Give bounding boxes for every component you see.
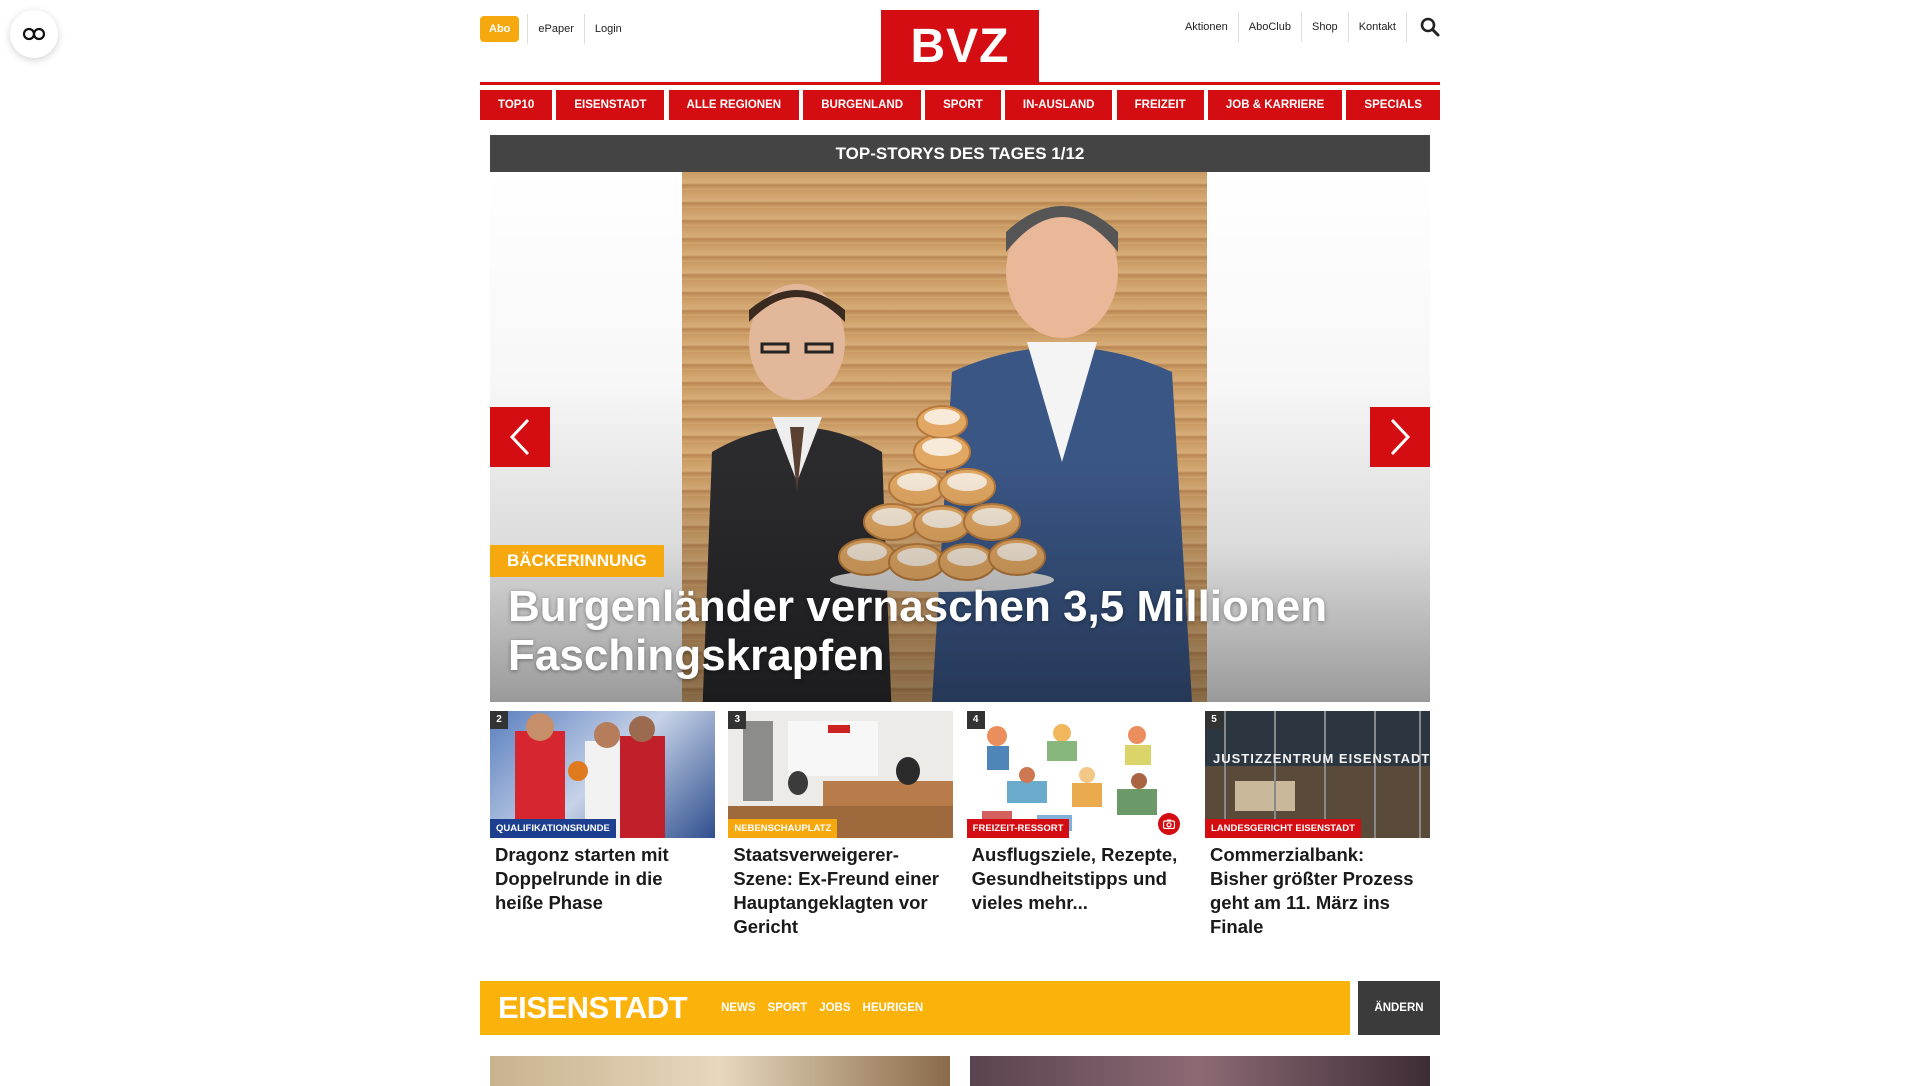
- teaser-headline[interactable]: Dragonz starten mit Doppelrunde in die h…: [490, 838, 715, 915]
- teaser-headline[interactable]: Commerzialbank: Bisher größter Prozess g…: [1205, 838, 1430, 939]
- teaser-category-tag: LANDESGERICHT EISENSTADT: [1204, 819, 1361, 838]
- teaser-rank: 4: [966, 711, 985, 729]
- region-link-heurigen[interactable]: HEURIGEN: [863, 1002, 924, 1014]
- teaser-card[interactable]: JUSTIZZENTRUM EISENSTADT 5 LANDESGERICHT…: [1204, 711, 1430, 939]
- teaser-category-tag: FREIZEIT-RESSORT: [966, 819, 1070, 838]
- aboclub-link[interactable]: AboClub: [1237, 12, 1301, 42]
- article-image[interactable]: [490, 1056, 950, 1086]
- reader-mode-button[interactable]: [10, 10, 58, 58]
- shop-link[interactable]: Shop: [1300, 12, 1348, 42]
- teaser-image: JUSTIZZENTRUM EISENSTADT 5 LANDESGERICHT…: [1204, 711, 1430, 838]
- top-stories-header: TOP-STORYS DES TAGES 1/12: [490, 135, 1430, 172]
- chevron-right-icon: [1390, 418, 1411, 456]
- hero-headline[interactable]: Burgenländer vernaschen 3,5 Millionen Fa…: [508, 582, 1388, 680]
- teaser-rank: 5: [1204, 711, 1223, 729]
- main-navigation: TOP10 EISENSTADT ALLE REGIONEN BURGENLAN…: [480, 90, 1440, 120]
- teaser-category-tag: NEBENSCHAUPLATZ: [728, 819, 838, 838]
- camera-icon: [1157, 813, 1180, 835]
- top-bar: Abo ePaper Login BVZ Aktionen AboClub Sh…: [480, 0, 1440, 85]
- region-link-jobs[interactable]: JOBS: [819, 1002, 850, 1014]
- header-divider: [480, 82, 1440, 85]
- nav-freizeit[interactable]: FREIZEIT: [1116, 90, 1204, 120]
- bvz-logo[interactable]: BVZ: [881, 10, 1039, 82]
- utility-links-right: Aktionen AboClub Shop Kontakt: [1175, 12, 1440, 42]
- teaser-image: 2 QUALIFIKATIONSRUNDE: [490, 711, 715, 838]
- nav-eisenstadt[interactable]: EISENSTADT: [556, 90, 665, 120]
- nav-alle-regionen[interactable]: ALLE REGIONEN: [668, 90, 800, 120]
- utility-links-left: Abo ePaper Login: [480, 14, 632, 44]
- teaser-card[interactable]: 4 FREIZEIT-RESSORT Ausflugsziele, Rezept…: [966, 711, 1192, 939]
- slider-prev-button[interactable]: [490, 407, 550, 467]
- search-icon: [1420, 17, 1440, 37]
- teaser-headline[interactable]: Ausflugsziele, Rezepte, Gesundheitstipps…: [967, 838, 1192, 915]
- region-link-sport[interactable]: SPORT: [768, 1002, 808, 1014]
- nav-burgenland[interactable]: BURGENLAND: [803, 90, 921, 120]
- glasses-icon: [22, 27, 46, 41]
- nav-in-ausland[interactable]: IN-AUSLAND: [1004, 90, 1113, 120]
- region-title[interactable]: EISENSTADT: [480, 990, 721, 1026]
- nav-sport[interactable]: SPORT: [925, 90, 1001, 120]
- nav-specials[interactable]: SPECIALS: [1346, 90, 1440, 120]
- region-link-news[interactable]: NEWS: [721, 1002, 756, 1014]
- aktionen-link[interactable]: Aktionen: [1175, 12, 1238, 42]
- page: Abo ePaper Login BVZ Aktionen AboClub Sh…: [480, 0, 1440, 1086]
- nav-job-karriere[interactable]: JOB & KARRIERE: [1207, 90, 1343, 120]
- slider-next-button[interactable]: [1370, 407, 1430, 467]
- region-bar: EISENSTADT NEWS SPORT JOBS HEURIGEN: [480, 981, 1350, 1035]
- hero-slider: BÄCKERINNUNG Burgenländer vernaschen 3,5…: [490, 172, 1430, 702]
- hero-category-tag[interactable]: BÄCKERINNUNG: [490, 545, 664, 577]
- change-region-button[interactable]: ÄNDERN: [1358, 981, 1440, 1035]
- story-teasers: 2 QUALIFIKATIONSRUNDE Dragonz starten mi…: [490, 711, 1430, 939]
- teaser-card[interactable]: 3 NEBENSCHAUPLATZ Staatsverweigerer-Szen…: [728, 711, 954, 939]
- search-button[interactable]: [1406, 12, 1440, 42]
- article-image[interactable]: [970, 1056, 1430, 1086]
- login-link[interactable]: Login: [583, 14, 632, 44]
- teaser-rank: 3: [728, 711, 747, 729]
- teaser-image: 4 FREIZEIT-RESSORT: [966, 711, 1192, 838]
- teaser-rank: 2: [490, 711, 508, 729]
- teaser-image: 3 NEBENSCHAUPLATZ: [728, 711, 954, 838]
- chevron-left-icon: [509, 418, 530, 456]
- teaser-category-tag: QUALIFIKATIONSRUNDE: [490, 819, 616, 838]
- teaser-card[interactable]: 2 QUALIFIKATIONSRUNDE Dragonz starten mi…: [490, 711, 715, 939]
- abo-button[interactable]: Abo: [480, 16, 520, 42]
- epaper-link[interactable]: ePaper: [527, 14, 583, 44]
- nav-top10[interactable]: TOP10: [480, 90, 553, 120]
- teaser-headline[interactable]: Staatsverweigerer-Szene: Ex-Freund einer…: [728, 838, 953, 939]
- kontakt-link[interactable]: Kontakt: [1347, 12, 1406, 42]
- teaser-image-sign: JUSTIZZENTRUM EISENSTADT: [1212, 751, 1430, 766]
